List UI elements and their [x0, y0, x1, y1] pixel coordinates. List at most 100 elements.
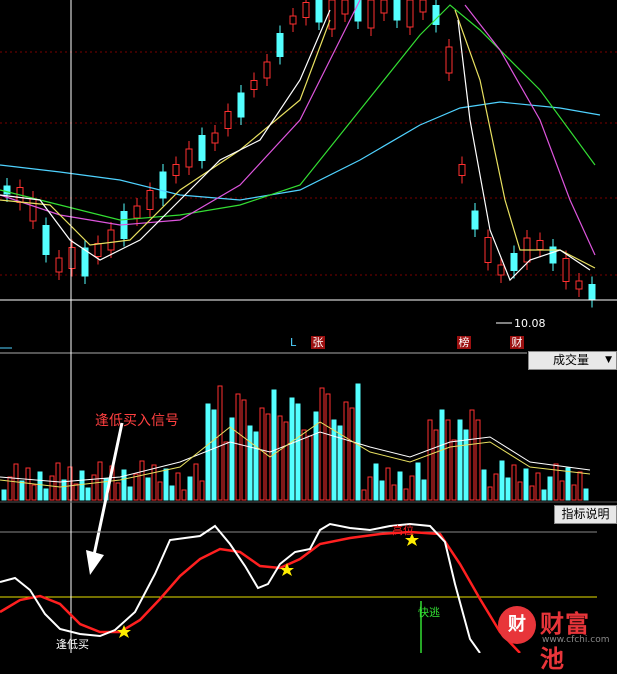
volume-bar: [571, 484, 577, 501]
volume-bar: [535, 472, 541, 501]
volume-bar: [25, 467, 31, 501]
volume-bar: [277, 415, 283, 501]
indicator-white-line: [0, 522, 481, 653]
candle: [471, 210, 479, 230]
volume-bar: [325, 393, 331, 501]
volume-bar: [289, 397, 295, 501]
ma-magenta: [0, 0, 361, 226]
candle: [510, 253, 518, 271]
candle: [133, 205, 141, 219]
volume-bar: [421, 479, 427, 501]
star-icon: [280, 563, 294, 576]
volume-bar: [217, 385, 223, 501]
logo-url: www.cfchi.com: [542, 635, 610, 645]
marker-cai[interactable]: 财: [510, 336, 524, 349]
candle: [81, 247, 89, 277]
volume-bar: [205, 403, 211, 501]
candle: [289, 15, 297, 25]
volume-bar: [541, 489, 547, 501]
volume-bar: [235, 393, 241, 501]
volume-bar: [403, 488, 409, 501]
volume-bar: [1, 489, 7, 501]
marker-zhang[interactable]: 张: [311, 336, 325, 349]
volume-bar: [175, 472, 181, 501]
volume-bar: [349, 407, 355, 501]
marker-l[interactable]: L: [290, 336, 296, 349]
volume-bar: [415, 462, 421, 501]
volume-bar: [295, 403, 301, 501]
candle: [458, 164, 466, 176]
volume-bar: [343, 401, 349, 501]
candle: [29, 198, 37, 222]
volume-bar: [487, 486, 493, 501]
volume-bar: [259, 407, 265, 501]
volume-bar: [565, 467, 571, 501]
volume-bar: [187, 476, 193, 501]
candle: [55, 257, 63, 273]
star-icons: [117, 533, 419, 638]
watermark-logo: 财 财富池 www.cfchi.com: [498, 602, 614, 673]
volume-bar: [19, 480, 25, 501]
candle: [42, 225, 50, 255]
buy-signal-label: 逢低买: [56, 638, 89, 651]
volume-bar: [547, 476, 553, 501]
volume-bar: [139, 460, 145, 501]
volume-bar: [37, 471, 43, 501]
volume-bar: [451, 439, 457, 501]
candle: [341, 0, 349, 15]
volume-bar: [229, 417, 235, 501]
volume-bar: [151, 464, 157, 501]
volume-bar: [253, 431, 259, 501]
volume-bar: [499, 460, 505, 501]
volume-bar: [181, 489, 187, 501]
candle: [536, 240, 544, 250]
volume-bar: [439, 409, 445, 501]
top-signal-label: 高位: [392, 524, 414, 537]
candle: [263, 61, 271, 79]
volume-bar: [583, 488, 589, 501]
ma-green: [0, 4, 596, 221]
volume-bar: [211, 409, 217, 501]
volume-bar: [355, 383, 361, 501]
volume-bar: [61, 479, 67, 501]
volume-bar: [379, 480, 385, 501]
volume-bar: [145, 477, 151, 501]
candle: [302, 2, 310, 18]
volume-bar: [529, 485, 535, 501]
volume-bar: [301, 429, 307, 501]
candle: [393, 0, 401, 21]
sell-signal-label: 快逃: [418, 606, 440, 619]
logo-badge: 财: [498, 606, 536, 644]
candle: [68, 247, 76, 269]
volume-bar: [7, 476, 13, 501]
volume-bar: [367, 476, 373, 501]
candle: [406, 0, 414, 28]
volume-bar: [391, 484, 397, 501]
volume-bar: [199, 480, 205, 501]
volume-bar: [223, 441, 229, 501]
candlestick-chart[interactable]: 10.08 L 张 榜 财: [0, 0, 617, 352]
volume-bar: [361, 489, 367, 501]
candlestick-svg: [0, 0, 617, 352]
volume-bar: [31, 484, 37, 501]
volume-bar: [49, 475, 55, 501]
candle: [276, 33, 284, 57]
low-price-label: 10.08: [514, 317, 546, 330]
candle: [224, 111, 232, 129]
volume-bar: [511, 464, 517, 501]
candle: [445, 46, 453, 74]
candle: [380, 0, 388, 14]
candle: [419, 0, 427, 13]
marker-bang[interactable]: 榜: [457, 336, 471, 349]
candle: [237, 92, 245, 118]
candle: [315, 0, 323, 23]
volume-bar: [271, 389, 277, 501]
candle: [588, 284, 596, 300]
volume-bar: [523, 468, 529, 501]
candle: [198, 135, 206, 161]
candle: [146, 190, 154, 210]
volume-bar: [241, 399, 247, 501]
ma-magenta-right: [464, 4, 596, 256]
volume-bar: [427, 419, 433, 501]
volume-bar: [577, 471, 583, 501]
